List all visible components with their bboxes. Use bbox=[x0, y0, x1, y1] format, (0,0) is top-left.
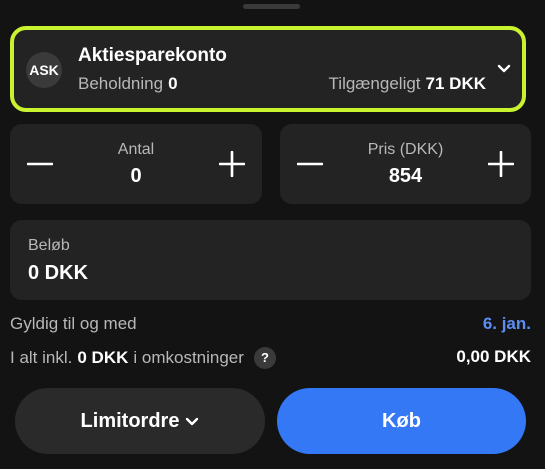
sheet-drag-handle[interactable] bbox=[243, 4, 300, 9]
chevron-down-icon bbox=[186, 417, 199, 426]
quantity-increment-button[interactable] bbox=[214, 146, 250, 182]
price-stepper: Pris (DKK) 854 bbox=[280, 124, 531, 204]
amount-label: Beløb bbox=[28, 237, 70, 254]
total-prefix: I alt inkl. bbox=[10, 348, 73, 367]
help-icon[interactable]: ? bbox=[253, 347, 276, 369]
validity-date-link[interactable]: 6. jan. bbox=[483, 314, 531, 334]
order-type-button[interactable]: Limitordre bbox=[15, 388, 265, 454]
holding-label: Beholdning bbox=[78, 74, 164, 93]
account-available: Tilgængeligt 71 DKK bbox=[329, 74, 486, 94]
amount-field[interactable]: Beløb 0 DKK bbox=[10, 220, 531, 300]
total-cost-value: 0 DKK bbox=[77, 348, 129, 367]
account-name: Aktiesparekonto bbox=[78, 45, 227, 66]
available-label: Tilgængeligt bbox=[328, 74, 421, 93]
amount-value: 0 DKK bbox=[28, 262, 89, 284]
account-holding: Beholdning 0 bbox=[78, 74, 178, 94]
chevron-down-icon[interactable] bbox=[496, 60, 512, 76]
total-value: 0,00 DKK bbox=[456, 347, 531, 366]
plus-icon bbox=[219, 151, 245, 177]
validity-label: Gyldig til og med bbox=[10, 314, 137, 333]
available-value: 71 DKK bbox=[425, 74, 486, 93]
plus-icon bbox=[488, 151, 514, 177]
total-suffix: i omkostninger bbox=[133, 348, 244, 367]
buy-button[interactable]: Køb bbox=[277, 388, 526, 454]
total-costs-row: I alt inkl. 0 DKK i omkostninger ? bbox=[10, 347, 276, 369]
account-badge: ASK bbox=[26, 52, 62, 88]
holding-value: 0 bbox=[168, 74, 178, 93]
account-selector[interactable]: ASK Aktiesparekonto Beholdning 0 Tilgænge… bbox=[10, 26, 526, 112]
quantity-stepper: Antal 0 bbox=[10, 124, 262, 204]
price-increment-button[interactable] bbox=[483, 146, 519, 182]
order-type-label: Limitordre bbox=[80, 409, 180, 432]
